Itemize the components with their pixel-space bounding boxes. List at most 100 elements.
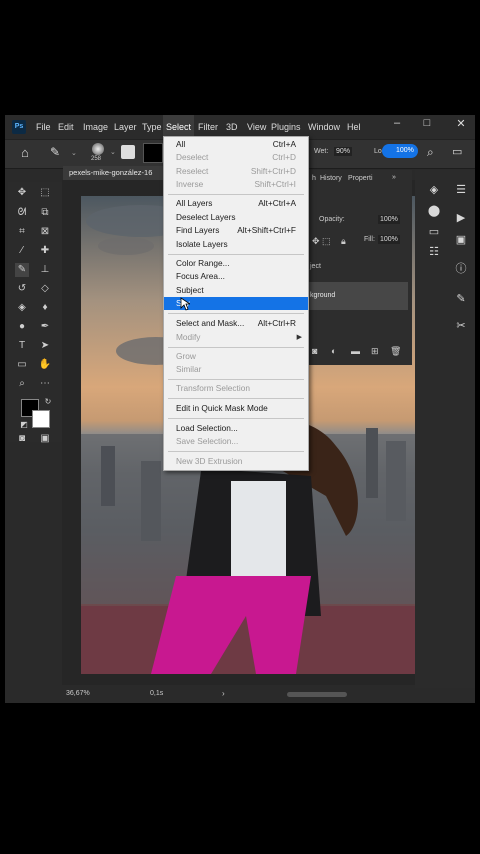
- type-tool-icon[interactable]: T: [15, 339, 29, 353]
- menu-item-focus-area[interactable]: Focus Area...: [164, 270, 308, 283]
- menu-help[interactable]: Hel: [344, 115, 364, 139]
- load-swatch[interactable]: [143, 143, 163, 163]
- minimize-button[interactable]: –: [390, 117, 404, 129]
- menu-item-new-3d-extrusion[interactable]: New 3D Extrusion: [164, 455, 308, 468]
- panel-expand-icon[interactable]: »: [392, 174, 396, 181]
- menu-item-inverse[interactable]: Inverse Shift+Ctrl+I: [164, 178, 308, 191]
- hand-tool-icon[interactable]: ✋: [38, 358, 52, 372]
- menu-item-find-layers[interactable]: Find Layers Alt+Shift+Ctrl+F: [164, 224, 308, 237]
- brush-preview-icon[interactable]: [92, 143, 104, 155]
- menu-item-similar[interactable]: Similar: [164, 363, 308, 376]
- new-group-icon[interactable]: ▬: [351, 346, 360, 356]
- rectangle-tool-icon[interactable]: ▭: [15, 358, 29, 372]
- menu-item-reselect[interactable]: Reselect Shift+Ctrl+D: [164, 165, 308, 178]
- tools-panel: ✥ ⬚ ᘛ ⧉ ⌗ ⊠ ⁄ ✚ ✎ ⊥ ↺ ◇ ◈ ♦ ● ✒ T ➤ ▭ ✋ …: [8, 182, 62, 444]
- zoom-tool-icon[interactable]: ⌕: [15, 377, 29, 391]
- panel-tab-h[interactable]: h: [312, 175, 316, 182]
- menu-item-all[interactable]: All Ctrl+A: [164, 138, 308, 151]
- background-color-swatch[interactable]: [32, 410, 50, 428]
- horizontal-scrollbar[interactable]: [287, 692, 347, 697]
- mixer-brush-icon[interactable]: ✎: [50, 145, 60, 159]
- tool-preset-chevron-icon[interactable]: ⌄: [71, 149, 77, 157]
- brush-chevron-icon[interactable]: ⌄: [110, 148, 116, 156]
- paths-icon[interactable]: ▭: [426, 224, 442, 240]
- panel-tab-history[interactable]: History: [320, 175, 342, 182]
- add-mask-icon[interactable]: ◙: [312, 346, 317, 356]
- adjust-icon[interactable]: ☷: [426, 244, 442, 260]
- more-tools-icon[interactable]: ⋯: [38, 377, 52, 391]
- search-icon[interactable]: ⌕: [427, 145, 434, 160]
- opacity-value[interactable]: 100%: [378, 215, 400, 224]
- status-arrow-icon[interactable]: ›: [222, 689, 225, 698]
- crop-tool-icon[interactable]: ⌗: [15, 225, 29, 239]
- default-colors-icon[interactable]: ◩: [17, 418, 31, 432]
- object-selection-tool-icon[interactable]: ⧉: [38, 206, 52, 220]
- zoom-level[interactable]: 36,67%: [66, 690, 90, 697]
- tool-preset-icon[interactable]: ▣: [453, 232, 469, 248]
- menu-item-select-and-mask[interactable]: Select and Mask... Alt+Ctrl+R: [164, 317, 308, 330]
- brush-tool-icon[interactable]: ✎: [15, 263, 29, 277]
- history-brush-tool-icon[interactable]: ↺: [15, 282, 29, 296]
- frame-tool-icon[interactable]: ⊠: [38, 225, 52, 239]
- blur-tool-icon[interactable]: ♦: [38, 301, 52, 315]
- brush-settings-panel-icon[interactable]: ✎: [453, 291, 469, 307]
- eyedropper-tool-icon[interactable]: ⁄: [15, 244, 29, 258]
- menu-item-color-range[interactable]: Color Range...: [164, 257, 308, 270]
- clone-source-icon[interactable]: ✂: [453, 318, 469, 334]
- workspace-icon[interactable]: ▭: [452, 145, 462, 158]
- paint-bucket-tool-icon[interactable]: ◈: [15, 301, 29, 315]
- swap-colors-icon[interactable]: ↻: [41, 395, 55, 409]
- close-button[interactable]: ✕: [454, 117, 468, 130]
- lock-all-icon[interactable]: 🔒︎: [341, 236, 346, 247]
- menu-item-edit-quick-mask[interactable]: Edit in Quick Mask Mode: [164, 402, 308, 415]
- menu-item-grow[interactable]: Grow: [164, 350, 308, 363]
- home-icon[interactable]: ⌂: [21, 145, 29, 160]
- brush-settings-icon[interactable]: [121, 145, 135, 159]
- panel-tab-properties[interactable]: Properti: [348, 175, 373, 182]
- layers-icon[interactable]: ◈: [426, 182, 442, 198]
- marquee-tool-icon[interactable]: ⬚: [38, 186, 52, 200]
- layer-row-background[interactable]: kground: [304, 282, 408, 310]
- new-layer-icon[interactable]: ⊞: [371, 346, 379, 357]
- menu-edit[interactable]: Edit: [55, 115, 77, 139]
- menu-item-isolate-layers[interactable]: Isolate Layers: [164, 238, 308, 251]
- menu-item-transform-selection[interactable]: Transform Selection: [164, 382, 308, 395]
- pen-tool-icon[interactable]: ✒: [38, 320, 52, 334]
- lasso-tool-icon[interactable]: ᘛ: [15, 206, 29, 220]
- delete-layer-icon[interactable]: 🗑︎: [390, 346, 401, 357]
- screen-mode-icon[interactable]: ▣: [38, 432, 52, 446]
- channels-icon[interactable]: ⬤: [426, 203, 442, 219]
- menu-item-all-layers[interactable]: All Layers Alt+Ctrl+A: [164, 197, 308, 210]
- menu-item-save-selection[interactable]: Save Selection...: [164, 435, 308, 448]
- menu-item-deselect-layers[interactable]: Deselect Layers: [164, 211, 308, 224]
- info-icon[interactable]: ⓘ: [453, 261, 469, 277]
- lock-position-icon[interactable]: ✥: [312, 236, 320, 247]
- stamp-tool-icon[interactable]: ⊥: [38, 263, 52, 277]
- menu-type[interactable]: Type: [139, 115, 165, 139]
- adjustment-layer-icon[interactable]: ◐: [331, 346, 336, 356]
- menu-layer[interactable]: Layer: [111, 115, 140, 139]
- menu-image[interactable]: Image: [80, 115, 111, 139]
- path-selection-tool-icon[interactable]: ➤: [38, 339, 52, 353]
- fill-value[interactable]: 100%: [378, 235, 400, 244]
- lock-artboard-icon[interactable]: ⬚: [322, 236, 331, 247]
- menu-item-deselect[interactable]: Deselect Ctrl+D: [164, 151, 308, 164]
- sliders-icon[interactable]: ☰: [453, 182, 469, 198]
- menu-separator: [168, 418, 304, 419]
- menu-item-modify[interactable]: Modify ▶: [164, 331, 308, 344]
- menu-separator: [168, 313, 304, 314]
- menu-window[interactable]: Window: [305, 115, 343, 139]
- flow-value: 100%: [396, 147, 414, 154]
- play-icon[interactable]: ▶: [453, 210, 469, 226]
- move-tool-icon[interactable]: ✥: [15, 186, 29, 200]
- quick-mask-icon[interactable]: ◙: [15, 432, 29, 446]
- eraser-tool-icon[interactable]: ◇: [38, 282, 52, 296]
- dodge-tool-icon[interactable]: ●: [15, 320, 29, 334]
- healing-brush-tool-icon[interactable]: ✚: [38, 244, 52, 258]
- document-tab[interactable]: pexels-mike-gonzález-16: [63, 166, 174, 180]
- wet-value[interactable]: 90%: [334, 147, 353, 156]
- menu-item-subject[interactable]: Subject: [164, 284, 308, 297]
- menu-file[interactable]: File: [33, 115, 54, 139]
- maximize-button[interactable]: □: [420, 117, 434, 129]
- menu-item-load-selection[interactable]: Load Selection...: [164, 422, 308, 435]
